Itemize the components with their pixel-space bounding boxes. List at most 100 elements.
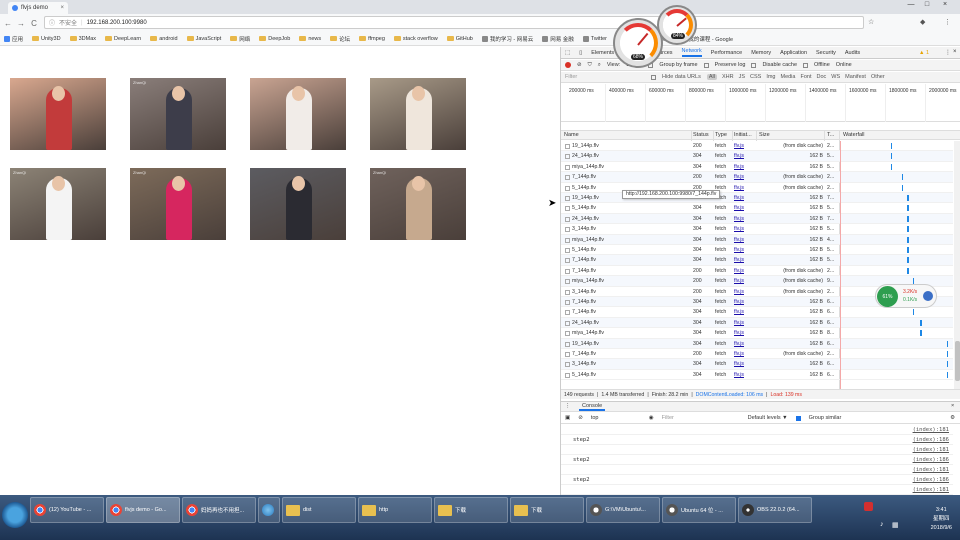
forward-button[interactable]: →	[17, 19, 25, 28]
bookmark-item[interactable]: 应用	[4, 35, 23, 43]
request-initiator-link[interactable]: flv.js	[734, 351, 744, 357]
request-name[interactable]: 19_144p.flv	[572, 195, 599, 201]
filter-type-all[interactable]: All	[706, 74, 717, 80]
bookmark-item[interactable]: Unity3D	[32, 36, 61, 42]
scrollbar-thumb[interactable]	[955, 341, 960, 381]
network-scrollbar[interactable]	[954, 141, 960, 389]
bookmark-item[interactable]: 网络	[230, 35, 250, 43]
filter-type-ws[interactable]: WS	[831, 74, 840, 80]
column-time[interactable]: T...	[827, 132, 834, 138]
console-source-link[interactable]: (index):181	[913, 427, 949, 433]
tray-app-icon[interactable]	[864, 502, 873, 511]
request-name[interactable]: 7_144p.flv	[572, 174, 596, 180]
filter-type-other[interactable]: Other	[871, 74, 885, 80]
console-source-link[interactable]: (index):186	[913, 457, 949, 463]
request-name[interactable]: 7_144p.flv	[572, 309, 596, 315]
request-name[interactable]: miya_144p.flv	[572, 164, 604, 170]
bookmark-star-icon[interactable]: ☆	[868, 18, 874, 26]
console-settings-icon[interactable]: ⚙	[950, 415, 955, 421]
console-source-link[interactable]: (index):186	[913, 477, 949, 483]
group-similar-checkbox[interactable]	[795, 415, 801, 421]
throttle-select[interactable]: Online	[836, 62, 852, 68]
request-name[interactable]: 5_144p.flv	[572, 372, 596, 378]
taskbar-task[interactable]: dist	[282, 497, 356, 523]
request-name[interactable]: miya_144p.flv	[572, 278, 604, 284]
clock[interactable]: 3:41 星期四 2018/9/6	[931, 506, 952, 533]
request-initiator-link[interactable]: flv.js	[734, 289, 744, 295]
url-text[interactable]: 192.168.200.100:9980	[87, 20, 147, 26]
network-speed-widget[interactable]: 61% 3.2K/s 0.1K/s	[875, 284, 937, 308]
network-request-row[interactable]: 19_144p.flv 200 fetch flv.js (from disk cach…	[561, 141, 953, 152]
console-source-link[interactable]: (index):181	[913, 467, 949, 473]
devtools-menu-icon[interactable]: ⋮	[945, 49, 951, 56]
console-tab[interactable]: Console	[579, 403, 606, 411]
browser-tab[interactable]: flvjs demo ×	[8, 2, 68, 14]
column-type[interactable]: Type	[715, 132, 727, 138]
back-button[interactable]: ←	[4, 19, 12, 28]
request-name[interactable]: 5_144p.flv	[572, 247, 596, 253]
context-select[interactable]: top	[591, 415, 641, 421]
network-request-row[interactable]: 19_144p.flv 304 fetch flv.js 162 B 6...	[561, 338, 953, 349]
taskbar-task[interactable]: flvjs demo - Go...	[106, 497, 180, 523]
bookmark-item[interactable]: GitHub	[446, 36, 473, 42]
menu-icon[interactable]: ⋮	[944, 18, 951, 26]
devtools-tab-network[interactable]: Network	[681, 48, 702, 57]
request-initiator-link[interactable]: flv.js	[734, 268, 744, 274]
clear-icon[interactable]: ⊘	[577, 62, 582, 68]
bookmark-item[interactable]: DeepJob	[259, 36, 290, 42]
filter-type-doc[interactable]: Doc	[816, 74, 826, 80]
network-request-row[interactable]: miya_144p.flv 304 fetch flv.js 162 B 4...	[561, 234, 953, 245]
hide-data-urls-checkbox[interactable]	[651, 74, 656, 80]
request-initiator-link[interactable]: flv.js	[734, 195, 744, 201]
address-bar[interactable]: ⓘ 不安全 | 192.168.200.100:9980	[44, 16, 864, 29]
request-initiator-link[interactable]: flv.js	[734, 205, 744, 211]
bookmark-item[interactable]: 网易 金融	[542, 35, 574, 43]
console-sidebar-icon[interactable]: ▣	[565, 415, 570, 421]
network-request-row[interactable]: 3_144p.flv 304 fetch flv.js 162 B 6...	[561, 359, 953, 370]
console-eye-icon[interactable]: ◉	[649, 415, 654, 421]
network-request-row[interactable]: 7_144p.flv 304 fetch flv.js 162 B 6...	[561, 307, 953, 318]
devtools-tab-memory[interactable]: Memory	[751, 50, 771, 56]
bookmark-item[interactable]: news	[299, 36, 321, 42]
video-player[interactable]: ZhanQi	[370, 168, 466, 240]
request-initiator-link[interactable]: flv.js	[734, 341, 744, 347]
devtools-close-icon[interactable]: ×	[953, 49, 957, 55]
network-request-row[interactable]: miya_144p.flv 304 fetch flv.js 162 B 5...	[561, 162, 953, 173]
network-request-row[interactable]: 5_144p.flv 200 fetch flv.js (from disk cache…	[561, 183, 953, 193]
request-initiator-link[interactable]: flv.js	[734, 216, 744, 222]
network-request-row[interactable]: 5_144p.flv 304 fetch flv.js 162 B 5...	[561, 203, 953, 214]
tab-close-icon[interactable]: ×	[60, 5, 64, 11]
column-size[interactable]: Size	[759, 132, 770, 138]
bookmark-item[interactable]: DeepLearn	[105, 36, 141, 42]
request-name[interactable]: 3_144p.flv	[572, 226, 596, 232]
request-name[interactable]: 3_144p.flv	[572, 361, 596, 367]
request-name[interactable]: 3_144p.flv	[572, 289, 596, 295]
network-request-row[interactable]: 7_144p.flv 304 fetch flv.js 162 B 5...	[561, 255, 953, 266]
request-initiator-link[interactable]: flv.js	[734, 153, 744, 159]
bookmark-item[interactable]: stack overflow	[393, 36, 438, 42]
request-name[interactable]: 7_144p.flv	[572, 299, 596, 305]
bookmark-item[interactable]: JavaScript	[186, 36, 221, 42]
request-initiator-link[interactable]: flv.js	[734, 143, 744, 149]
filter-type-xhr[interactable]: XHR	[722, 74, 734, 80]
device-toggle-icon[interactable]: ▯	[579, 50, 582, 56]
bookmark-item[interactable]: 论坛	[330, 35, 350, 43]
taskbar-task[interactable]: G:\VM\Ubuntu\...	[586, 497, 660, 523]
cpu-gauge-widget[interactable]: 68%	[613, 18, 663, 68]
drawer-close-icon[interactable]: ×	[951, 403, 954, 409]
devtools-tab-audits[interactable]: Audits	[845, 50, 860, 56]
record-icon[interactable]	[565, 62, 571, 68]
console-source-link[interactable]: (index):186	[913, 437, 949, 443]
console-clear-icon[interactable]: ⊘	[578, 415, 583, 421]
request-name[interactable]: 24_144p.flv	[572, 216, 599, 222]
filter-type-font[interactable]: Font	[800, 74, 811, 80]
network-request-row[interactable]: 7_144p.flv 200 fetch flv.js (from disk cache…	[561, 172, 953, 183]
filter-toggle-icon[interactable]: ⛉	[588, 62, 592, 69]
request-initiator-link[interactable]: flv.js	[734, 247, 744, 253]
request-name[interactable]: 24_144p.flv	[572, 153, 599, 159]
request-initiator-link[interactable]: flv.js	[734, 320, 744, 326]
request-initiator-link[interactable]: flv.js	[734, 257, 744, 263]
volume-icon[interactable]: ♪	[880, 521, 884, 528]
console-filter-input[interactable]: Filter	[662, 415, 740, 421]
taskbar-task[interactable]: OBS 22.0.2 (64...	[738, 497, 812, 523]
